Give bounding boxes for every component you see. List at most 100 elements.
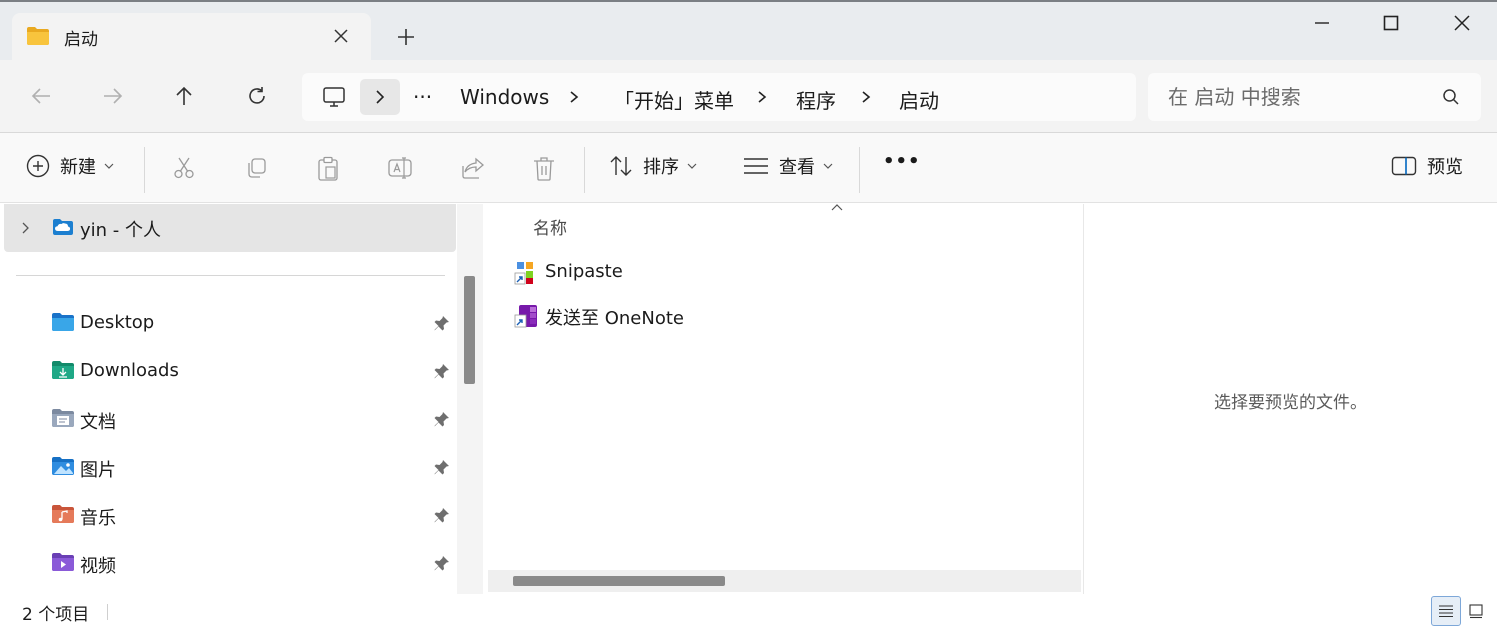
new-tab-icon[interactable]	[394, 25, 418, 49]
close-window-button[interactable]	[1439, 10, 1485, 36]
column-header-name[interactable]: 名称	[533, 214, 567, 239]
file-row[interactable]: 发送至 OneNote	[512, 300, 1072, 332]
arrow-up-icon	[176, 86, 192, 105]
delete-icon[interactable]	[532, 156, 556, 182]
more-icon: •••	[883, 151, 921, 172]
breadcrumb-programs[interactable]: 程序	[796, 85, 836, 114]
refresh-button[interactable]	[242, 81, 272, 111]
nav-label: Desktop	[80, 312, 155, 333]
details-view-button[interactable]	[1431, 596, 1461, 626]
sort-icon	[610, 156, 632, 176]
preview-message: 选择要预览的文件。	[1214, 393, 1367, 413]
arrow-right-icon	[104, 88, 123, 104]
nav-scrollbar[interactable]	[457, 204, 483, 594]
file-row[interactable]: Snipaste	[512, 257, 1072, 289]
nav-item-documents[interactable]: 文档	[0, 400, 457, 440]
maximize-icon	[1383, 15, 1399, 31]
pin-icon[interactable]	[434, 315, 450, 331]
maximize-button[interactable]	[1368, 10, 1414, 36]
file-list: 名称 Snipaste 发送至 OneNote	[486, 204, 1083, 594]
preview-label: 预览	[1427, 157, 1463, 178]
scrollbar-thumb[interactable]	[464, 276, 475, 384]
nav-label: yin - 个人	[80, 220, 161, 241]
more-options-button[interactable]: •••	[883, 151, 921, 172]
view-list-icon	[744, 158, 768, 174]
search-box[interactable]	[1148, 73, 1481, 121]
view-button[interactable]: 查看	[743, 153, 833, 179]
tab-title: 启动	[64, 30, 98, 50]
nav-item-desktop[interactable]: Desktop	[0, 304, 457, 344]
toolbar-separator	[584, 147, 585, 193]
minimize-button[interactable]	[1299, 10, 1345, 36]
search-input[interactable]	[1168, 83, 1438, 111]
address-bar[interactable]: ··· Windows 「开始」菜单 程序 启动	[302, 73, 1136, 121]
command-bar: 新建 排序 查看 ••• 预览	[0, 133, 1497, 203]
search-icon[interactable]	[1442, 88, 1460, 106]
address-row: ··· Windows 「开始」菜单 程序 启动	[0, 60, 1497, 132]
breadcrumb-startup[interactable]: 启动	[899, 85, 939, 114]
preview-pane-icon	[1391, 156, 1417, 176]
file-name: 发送至 OneNote	[545, 308, 684, 329]
documents-folder-icon	[51, 408, 75, 428]
pin-icon[interactable]	[434, 411, 450, 427]
nav-item-downloads[interactable]: Downloads	[0, 352, 457, 392]
chevron-right-icon[interactable]	[21, 221, 31, 235]
sort-label: 排序	[643, 157, 679, 178]
close-tab-icon[interactable]	[330, 25, 352, 47]
chevron-down-icon	[104, 163, 114, 169]
breadcrumb-windows[interactable]: Windows	[460, 85, 549, 109]
nav-item-pictures[interactable]: 图片	[0, 448, 457, 488]
file-name: Snipaste	[545, 261, 623, 282]
chevron-down-icon	[823, 163, 833, 169]
rename-icon[interactable]	[387, 156, 413, 180]
nav-label: 视频	[80, 556, 116, 577]
scrollbar-thumb[interactable]	[513, 576, 725, 586]
this-pc-icon[interactable]	[322, 85, 346, 109]
nav-item-videos[interactable]: 视频	[0, 544, 457, 584]
folder-icon	[26, 26, 50, 46]
preview-pane-button[interactable]: 预览	[1391, 153, 1463, 179]
nav-item-music[interactable]: 音乐	[0, 496, 457, 536]
breadcrumb-overflow[interactable]: ···	[413, 85, 432, 109]
nav-label: Downloads	[80, 360, 179, 381]
window-top-border	[0, 0, 1497, 2]
arrow-left-icon	[31, 88, 50, 104]
share-icon[interactable]	[460, 156, 486, 180]
copy-icon[interactable]	[244, 156, 268, 180]
pin-icon[interactable]	[434, 363, 450, 379]
sort-ascending-icon	[830, 204, 844, 212]
status-separator	[107, 604, 108, 620]
add-circle-icon	[26, 154, 50, 178]
large-icons-view-button[interactable]	[1465, 600, 1487, 622]
status-bar: 2 个项目	[0, 594, 1497, 629]
nav-label: 音乐	[80, 508, 116, 529]
chevron-right-icon[interactable]	[568, 87, 584, 107]
pin-icon[interactable]	[434, 507, 450, 523]
chevron-down-icon	[687, 163, 697, 169]
breadcrumb-start-menu[interactable]: 「开始」菜单	[614, 85, 734, 114]
chevron-right-icon	[376, 90, 385, 104]
up-button[interactable]	[169, 81, 199, 111]
horizontal-scrollbar[interactable]	[488, 570, 1081, 592]
new-button[interactable]: 新建	[26, 153, 114, 179]
sort-button[interactable]: 排序	[609, 153, 697, 179]
chevron-right-icon[interactable]	[756, 87, 772, 107]
toolbar-separator	[859, 147, 860, 193]
snipaste-shortcut-icon	[514, 261, 538, 285]
details-view-icon	[1439, 605, 1453, 618]
forward-button[interactable]	[98, 81, 128, 111]
minimize-icon	[1315, 22, 1329, 24]
pin-icon[interactable]	[434, 459, 450, 475]
onedrive-folder-icon	[52, 218, 74, 236]
nav-separator	[16, 275, 445, 276]
pin-icon[interactable]	[434, 555, 450, 571]
back-button[interactable]	[26, 81, 56, 111]
tab-startup[interactable]: 启动	[12, 13, 371, 60]
videos-folder-icon	[51, 552, 75, 572]
item-count: 2 个项目	[22, 605, 90, 625]
paste-icon[interactable]	[316, 156, 340, 182]
nav-item-onedrive[interactable]: yin - 个人	[4, 204, 456, 252]
breadcrumb-expand-button[interactable]	[360, 79, 400, 115]
chevron-right-icon[interactable]	[860, 87, 876, 107]
cut-icon[interactable]	[172, 156, 196, 180]
